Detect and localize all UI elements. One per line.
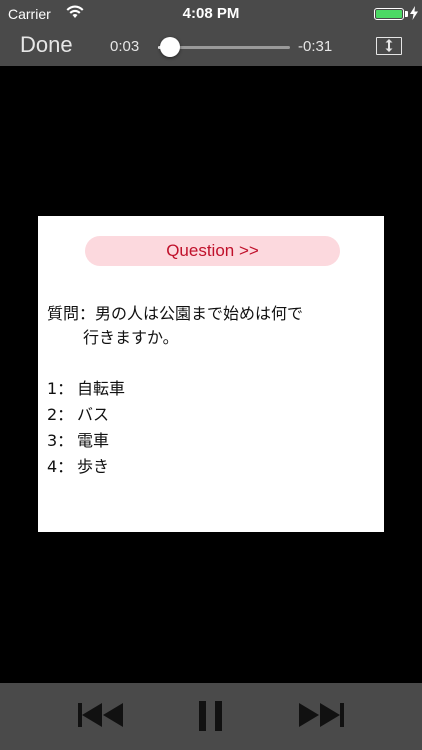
choice-number: 3： bbox=[47, 431, 74, 450]
question-line-1-text: 男の人は公園まで始めは何で bbox=[95, 304, 304, 323]
skip-forward-icon[interactable] bbox=[298, 701, 344, 729]
question-line-1: 質問：男の人は公園まで始めは何で bbox=[47, 302, 377, 326]
choice-text: 電車 bbox=[77, 431, 110, 450]
time-elapsed: 0:03 bbox=[110, 38, 140, 55]
question-slide: Question >> 質問：男の人は公園まで始めは何で 行きますか。 1： 自転… bbox=[38, 216, 384, 532]
aspect-toggle-icon bbox=[385, 39, 393, 52]
bottom-control-bar bbox=[0, 683, 422, 750]
question-banner: Question >> bbox=[85, 236, 340, 266]
choice-number: 4： bbox=[47, 457, 74, 476]
charging-bolt-icon bbox=[410, 6, 418, 20]
video-area[interactable]: Question >> 質問：男の人は公園まで始めは何で 行きますか。 1： 自転… bbox=[0, 66, 422, 683]
clock: 4:08 PM bbox=[182, 5, 240, 22]
choice-item: 3： 電車 bbox=[47, 428, 125, 454]
scrubber-knob[interactable] bbox=[159, 37, 180, 57]
battery-icon bbox=[374, 8, 404, 20]
battery-tip bbox=[405, 11, 408, 17]
choice-text: バス bbox=[77, 405, 110, 424]
choice-item: 4： 歩き bbox=[47, 454, 125, 480]
question-label: 質問： bbox=[47, 304, 96, 323]
question-text: 質問：男の人は公園まで始めは何で 行きますか。 bbox=[47, 302, 377, 350]
status-bar: Carrier 4:08 PM bbox=[0, 0, 422, 28]
choice-item: 1： 自転車 bbox=[47, 376, 125, 402]
choice-number: 1： bbox=[47, 379, 74, 398]
choice-list: 1： 自転車 2： バス 3： 電車 4： 歩き bbox=[47, 376, 125, 480]
question-line-2: 行きますか。 bbox=[83, 328, 179, 347]
done-button[interactable]: Done bbox=[20, 32, 73, 58]
pause-icon[interactable] bbox=[197, 701, 225, 731]
aspect-toggle-button[interactable] bbox=[376, 37, 402, 55]
top-control-bar: Done 0:03 -0:31 bbox=[0, 28, 422, 66]
choice-item: 2： バス bbox=[47, 402, 125, 428]
choice-text: 歩き bbox=[77, 457, 110, 476]
time-remaining: -0:31 bbox=[298, 38, 333, 55]
choice-text: 自転車 bbox=[77, 379, 126, 398]
skip-back-icon[interactable] bbox=[78, 701, 124, 729]
choice-number: 2： bbox=[47, 405, 74, 424]
battery-level bbox=[376, 10, 402, 18]
scrubber-track[interactable] bbox=[158, 37, 290, 57]
